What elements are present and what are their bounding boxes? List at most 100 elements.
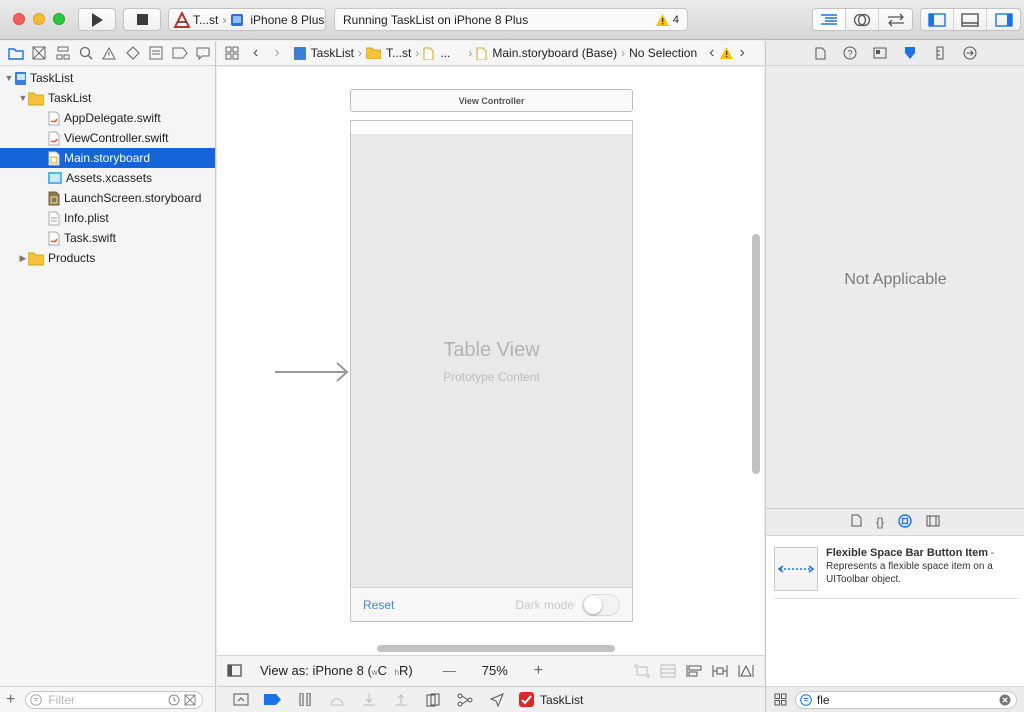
media-library-tab[interactable] [926,515,940,530]
next-issue-button[interactable]: › [739,44,744,62]
scheme-selector[interactable]: T...st › iPhone 8 Plus [168,8,326,31]
view-controller-scene[interactable]: Table View Prototype Content Reset Dark … [350,120,633,622]
report-navigator-tab[interactable] [192,47,215,60]
dark-mode-switch[interactable] [582,593,620,616]
code-snippet-library-tab[interactable]: {} [876,515,884,529]
size-inspector-tab[interactable] [931,46,949,60]
chevron-right-icon: › [222,12,227,27]
source-control-tab[interactable] [27,46,50,60]
horizontal-scrollbar[interactable] [377,645,615,652]
zoom-window-button[interactable] [53,13,65,25]
document-icon [815,47,825,59]
table-view-title: Table View [443,338,540,361]
resolve-layout-issues-icon[interactable] [738,664,754,678]
file-template-library-tab[interactable] [851,514,862,530]
warning-indicator[interactable]: 4 [655,13,679,26]
tree-item-infoplist[interactable]: Info.plist [0,208,215,228]
reset-button[interactable]: Reset [363,598,394,612]
swift-file-icon [48,231,60,245]
tree-item-project[interactable]: ▼ TaskList [0,68,215,88]
scene-dock-title[interactable]: View Controller [350,89,633,112]
jump-project[interactable]: TaskList [311,46,354,60]
step-out-button[interactable] [385,693,417,706]
debug-memory-graph-button[interactable] [449,693,481,707]
arrow-circle-icon [963,46,977,60]
update-frames-icon[interactable] [634,664,650,678]
toggle-debug-area-button[interactable] [954,9,987,30]
tree-item-main-storyboard[interactable]: Main.storyboard [0,148,215,168]
add-file-button[interactable]: + [6,691,15,709]
tree-item-assets[interactable]: Assets.xcassets [0,168,215,188]
add-constraints-icon[interactable] [712,664,728,678]
view-as-control[interactable]: View as: iPhone 8 (wC hR) [260,663,413,678]
close-window-button[interactable] [13,13,25,25]
disclosure-open-icon[interactable]: ▼ [18,93,28,103]
zoom-out-button[interactable]: — [443,663,456,678]
issue-navigator-tab[interactable] [98,46,121,60]
back-button[interactable]: ‹ [253,44,258,62]
tree-item-task-swift[interactable]: Task.swift [0,228,215,248]
left-panel-icon [928,12,946,27]
embed-in-stack-icon[interactable] [660,664,676,678]
tree-item-appdelegate[interactable]: AppDelegate.swift [0,108,215,128]
storyboard-canvas[interactable]: View Controller Table View Prototype Con… [217,67,764,655]
recent-files-icon[interactable] [168,694,180,706]
jump-selection[interactable]: No Selection [629,46,697,60]
attributes-inspector-tab[interactable] [901,46,919,60]
run-button[interactable] [78,8,116,31]
symbol-navigator-tab[interactable] [51,46,74,60]
find-navigator-tab[interactable] [74,46,97,60]
version-editor-button[interactable] [879,9,912,30]
toggle-utilities-button[interactable] [987,9,1020,30]
align-icon[interactable] [686,664,702,678]
hide-debug-area-button[interactable] [225,693,257,706]
clear-search-icon[interactable] [999,694,1011,706]
breakpoints-toggle[interactable] [257,694,289,705]
zoom-in-button[interactable]: + [534,662,543,680]
debug-navigator-tab[interactable] [145,46,168,60]
stop-button[interactable] [123,8,161,31]
library-item-flexible-space[interactable]: Flexible Space Bar Button Item - Represe… [774,547,1019,599]
tree-item-products[interactable]: ▶ Products [0,248,215,268]
connections-inspector-tab[interactable] [961,46,979,60]
grid-view-icon[interactable] [774,693,787,706]
navigator-filter-field[interactable]: Filter [25,690,204,709]
quick-help-tab[interactable]: ? [841,46,859,60]
gauge-icon [149,46,163,60]
minimize-window-button[interactable] [33,13,45,25]
tree-item-group-tasklist[interactable]: ▼ TaskList [0,88,215,108]
previous-issue-button[interactable]: ‹ [709,44,714,62]
disclosure-closed-icon[interactable]: ▶ [18,253,28,264]
debug-view-hierarchy-button[interactable] [417,693,449,707]
table-view[interactable]: Table View Prototype Content [351,135,632,587]
source-control-filter-icon[interactable] [184,694,196,706]
object-library-tab[interactable] [898,513,912,531]
library-filter-field[interactable]: fle [794,690,1017,709]
debug-target[interactable]: TaskList [519,692,583,707]
initial-view-controller-arrow-icon[interactable] [275,362,351,382]
warning-icon[interactable] [720,47,734,59]
test-navigator-tab[interactable] [121,46,144,60]
jump-group[interactable]: T...st [386,46,411,60]
tree-item-launchscreen[interactable]: LaunchScreen.storyboard [0,188,215,208]
breakpoint-navigator-tab[interactable] [168,47,191,59]
assistant-editor-button[interactable] [846,9,879,30]
forward-button[interactable]: › [274,44,279,62]
identity-inspector-tab[interactable] [871,47,889,59]
jump-file-abbrev[interactable]: ... [440,46,450,60]
project-navigator-tab[interactable] [4,47,27,60]
jump-file[interactable]: Main.storyboard (Base) [492,46,617,60]
file-inspector-tab[interactable] [811,47,829,60]
toggle-navigator-button[interactable] [921,9,954,30]
tree-item-viewcontroller[interactable]: ViewController.swift [0,128,215,148]
step-into-button[interactable] [353,693,385,706]
document-outline-toggle-icon[interactable] [227,664,242,677]
simulate-location-button[interactable] [481,692,513,707]
step-over-button[interactable] [321,694,353,706]
pause-button[interactable] [289,693,321,706]
standard-editor-button[interactable] [813,9,846,30]
disclosure-open-icon[interactable]: ▼ [4,73,14,83]
inspector-selector-bar: ? [766,41,1024,66]
vertical-scrollbar[interactable] [752,234,760,474]
related-items-icon[interactable] [225,46,239,60]
